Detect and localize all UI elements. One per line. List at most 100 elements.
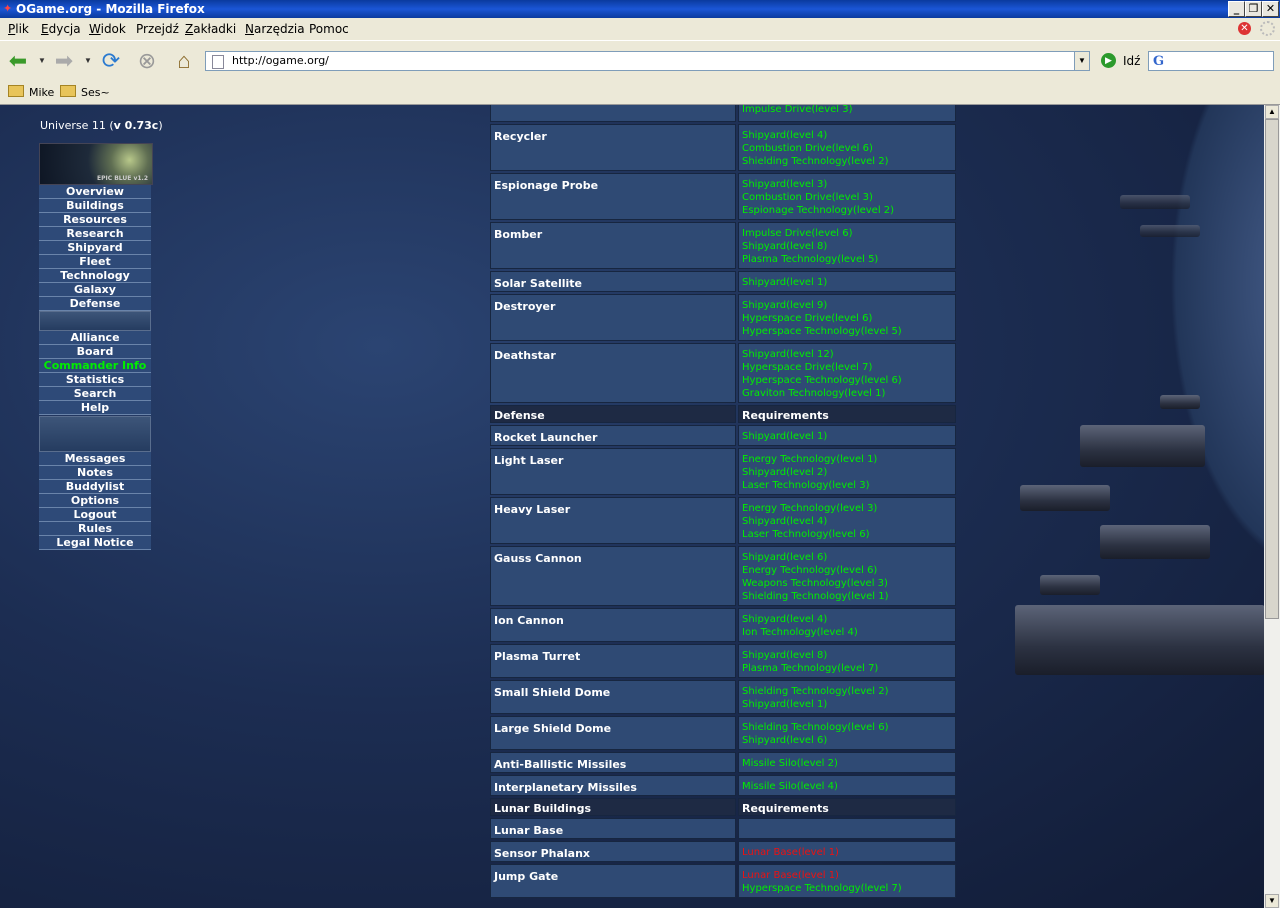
vertical-scrollbar[interactable]: ▲ ▼: [1264, 105, 1280, 908]
menu-przejdź[interactable]: Przejdź: [136, 22, 179, 36]
sidebar-item-shipyard[interactable]: Shipyard: [39, 241, 151, 255]
scroll-up-icon[interactable]: ▲: [1265, 105, 1279, 119]
requirement-met[interactable]: Shipyard(level 1): [742, 276, 955, 289]
sidebar-item-logout[interactable]: Logout: [39, 508, 151, 522]
bookmark-folder-mike[interactable]: Mike: [8, 85, 54, 99]
requirement-met[interactable]: Graviton Technology(level 1): [742, 387, 955, 400]
requirement-met[interactable]: Energy Technology(level 6): [742, 564, 955, 577]
minimize-icon[interactable]: _: [1228, 1, 1245, 17]
requirement-met[interactable]: Hyperspace Technology(level 6): [742, 374, 955, 387]
requirement-met[interactable]: Energy Technology(level 1): [742, 453, 955, 466]
requirement-met[interactable]: Hyperspace Drive(level 7): [742, 361, 955, 374]
requirement-met[interactable]: Shipyard(level 4): [742, 515, 955, 528]
sidebar-item-buddylist[interactable]: Buddylist: [39, 480, 151, 494]
requirement-met[interactable]: Missile Silo(level 2): [742, 757, 955, 770]
forward-dropdown-icon[interactable]: ▼: [84, 56, 92, 65]
stop-icon[interactable]: ✕: [1238, 22, 1251, 35]
unit-name: Light Laser: [490, 448, 736, 495]
requirement-met[interactable]: Hyperspace Drive(level 6): [742, 312, 955, 325]
requirement-met[interactable]: Shipyard(level 1): [742, 698, 955, 711]
table-row: Large Shield Dome Shielding Technology(le…: [490, 716, 956, 752]
requirement-met[interactable]: Shipyard(level 1): [742, 430, 955, 443]
requirement-missing[interactable]: Lunar Base(level 1): [742, 869, 955, 882]
reload-icon[interactable]: ⟳: [97, 48, 125, 74]
requirement-met[interactable]: Shielding Technology(level 2): [742, 685, 955, 698]
requirement-met[interactable]: Missile Silo(level 4): [742, 780, 955, 793]
scrollbar-thumb[interactable]: [1265, 119, 1279, 619]
sidebar-item-research[interactable]: Research: [39, 227, 151, 241]
sidebar-item-fleet[interactable]: Fleet: [39, 255, 151, 269]
sidebar-item-buildings[interactable]: Buildings: [39, 199, 151, 213]
skin-logo: EPIC BLUE v1.2: [39, 143, 153, 185]
requirement-met[interactable]: Espionage Technology(level 2): [742, 204, 955, 217]
back-arrow-icon[interactable]: ⬅: [4, 48, 32, 74]
scroll-down-icon[interactable]: ▼: [1265, 894, 1279, 908]
requirement-met[interactable]: Shipyard(level 3): [742, 178, 955, 191]
requirement-met[interactable]: Weapons Technology(level 3): [742, 577, 955, 590]
sidebar-item-statistics[interactable]: Statistics: [39, 373, 151, 387]
requirement-met[interactable]: Laser Technology(level 6): [742, 528, 955, 541]
requirement-met[interactable]: Ion Technology(level 4): [742, 626, 955, 639]
menu-widok[interactable]: Widok: [89, 22, 126, 36]
requirement-met[interactable]: Shielding Technology(level 1): [742, 590, 955, 603]
go-button[interactable]: Idź: [1123, 54, 1140, 68]
requirement-met[interactable]: Combustion Drive(level 6): [742, 142, 955, 155]
sidebar-item-messages[interactable]: Messages: [39, 452, 151, 466]
go-icon[interactable]: ▶: [1101, 53, 1116, 68]
menu-narzędzia[interactable]: Narzędzia: [245, 22, 305, 36]
requirement-met[interactable]: Plasma Technology(level 5): [742, 253, 955, 266]
section-title: Defense: [490, 405, 736, 423]
sidebar-item-board[interactable]: Board: [39, 345, 151, 359]
requirement-met[interactable]: Energy Technology(level 3): [742, 502, 955, 515]
sidebar-item-defense[interactable]: Defense: [39, 297, 151, 311]
requirement-met[interactable]: Shipyard(level 9): [742, 299, 955, 312]
back-dropdown-icon[interactable]: ▼: [38, 56, 46, 65]
requirement-met[interactable]: Shipyard(level 2): [742, 466, 955, 479]
requirement-met[interactable]: Plasma Technology(level 7): [742, 662, 955, 675]
google-search-icon[interactable]: G: [1153, 54, 1164, 69]
sidebar-item-options[interactable]: Options: [39, 494, 151, 508]
home-icon[interactable]: ⌂: [170, 48, 198, 74]
menu-pomoc[interactable]: Pomoc: [309, 22, 349, 36]
sidebar-item-resources[interactable]: Resources: [39, 213, 151, 227]
requirement-met[interactable]: Shipyard(level 6): [742, 734, 955, 747]
sidebar-item-notes[interactable]: Notes: [39, 466, 151, 480]
menu-plik[interactable]: Plik: [8, 22, 29, 36]
requirement-met[interactable]: Shipyard(level 12): [742, 348, 955, 361]
requirement-met[interactable]: Shielding Technology(level 6): [742, 721, 955, 734]
requirement-met[interactable]: Shipyard(level 8): [742, 240, 955, 253]
stop-load-icon[interactable]: ⊗: [133, 48, 161, 74]
requirement-missing[interactable]: Lunar Base(level 1): [742, 846, 955, 859]
sidebar-item-rules[interactable]: Rules: [39, 522, 151, 536]
requirement-met[interactable]: Hyperspace Technology(level 7): [742, 882, 955, 895]
requirement-met[interactable]: Impulse Drive(level 3): [742, 105, 955, 116]
sidebar-item-technology[interactable]: Technology: [39, 269, 151, 283]
requirement-met[interactable]: Impulse Drive(level 6): [742, 227, 955, 240]
forward-arrow-icon[interactable]: ➡: [50, 48, 78, 74]
sidebar-item-search[interactable]: Search: [39, 387, 151, 401]
requirement-met[interactable]: Shipyard(level 4): [742, 129, 955, 142]
table-section-header: Lunar Buildings Requirements: [490, 798, 956, 818]
sidebar-item-galaxy[interactable]: Galaxy: [39, 283, 151, 297]
requirement-met[interactable]: Combustion Drive(level 3): [742, 191, 955, 204]
url-dropdown-icon[interactable]: ▼: [1074, 51, 1090, 71]
url-input[interactable]: http://ogame.org/: [205, 51, 1075, 71]
menu-zakładki[interactable]: Zakładki: [185, 22, 236, 36]
requirement-met[interactable]: Hyperspace Technology(level 5): [742, 325, 955, 338]
requirement-met[interactable]: Shipyard(level 6): [742, 551, 955, 564]
sidebar-item-alliance[interactable]: Alliance: [39, 331, 151, 345]
menu-edycja[interactable]: Edycja: [41, 22, 81, 36]
search-input[interactable]: G: [1148, 51, 1274, 71]
sidebar-item-help[interactable]: Help: [39, 401, 151, 415]
sidebar-item-overview[interactable]: Overview: [39, 185, 151, 199]
navigation-toolbar: ⬅ ▼ ➡ ▼ ⟳ ⊗ ⌂ http://ogame.org/ ▼ ▶ Idź …: [0, 40, 1280, 81]
sidebar-item-legal-notice[interactable]: Legal Notice: [39, 536, 151, 550]
requirement-met[interactable]: Shipyard(level 4): [742, 613, 955, 626]
sidebar-item-commander-info[interactable]: Commander Info: [39, 359, 151, 373]
requirement-met[interactable]: Shielding Technology(level 2): [742, 155, 955, 168]
bookmark-folder-ses[interactable]: Ses~: [60, 85, 110, 99]
requirement-met[interactable]: Laser Technology(level 3): [742, 479, 955, 492]
restore-icon[interactable]: ❐: [1245, 1, 1262, 17]
close-icon[interactable]: ✕: [1262, 1, 1279, 17]
requirement-met[interactable]: Shipyard(level 8): [742, 649, 955, 662]
